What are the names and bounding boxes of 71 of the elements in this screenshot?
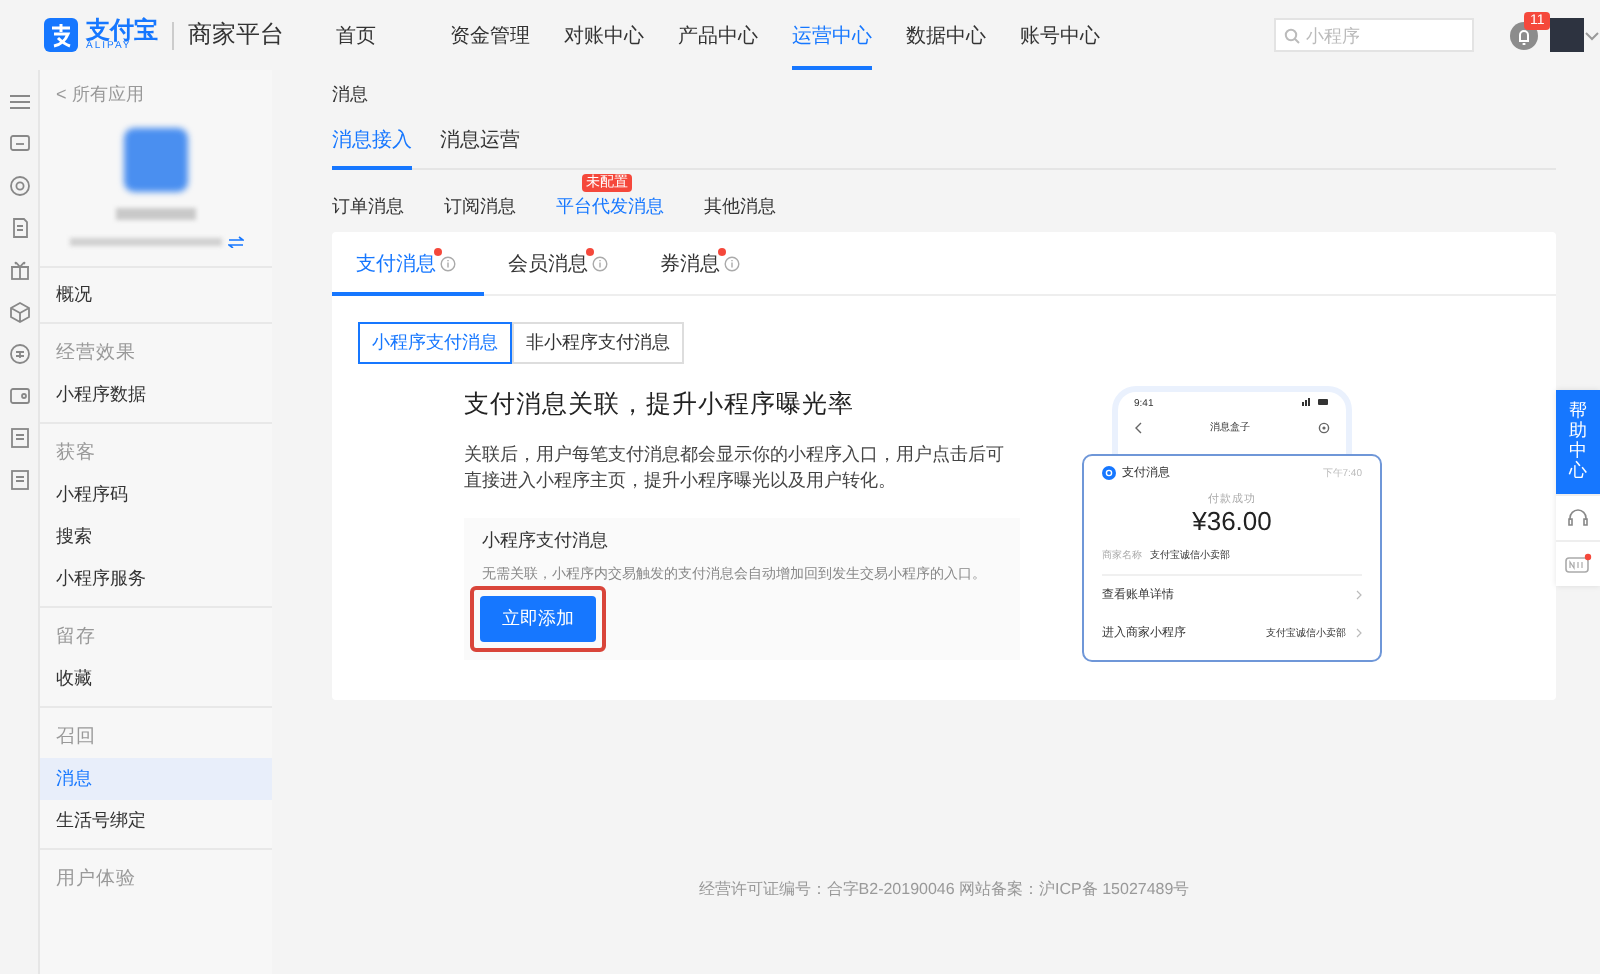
chevron-icon [1356,628,1362,638]
alipay-logo-icon [44,18,78,52]
new-feature-icon[interactable] [1564,551,1592,576]
search-field[interactable]: 小程序 [1274,18,1474,52]
headset-icon[interactable] [1566,507,1590,528]
chevron-icon [1356,590,1362,600]
section-heading: 获客 [54,439,98,467]
box-icon[interactable] [7,300,31,324]
list-icon[interactable] [7,426,31,450]
add-button[interactable]: 立即添加 [480,596,596,642]
footer-text: 经营许可证编号：合字B2-20190046 网站备案：沪ICP备 15027489号 [698,878,1190,900]
nav-tab[interactable]: 首页 [336,0,450,70]
info-icon [592,256,608,272]
info-icon [724,256,740,272]
sub-tab[interactable]: 其他消息 [704,195,776,215]
option-title: 小程序支付消息 [482,528,610,554]
nav-tab[interactable]: 账号中心 [1020,0,1134,70]
sub-tab[interactable]: 订阅消息 [444,195,516,215]
help-center-button[interactable]: 帮助中心 [1556,390,1600,494]
list-icon[interactable] [7,468,31,492]
section-heading: 召回 [54,723,98,751]
sidebar-item[interactable]: 收藏 [40,658,272,700]
section-heading: 留存 [54,623,98,651]
platform-title: 商家平台 [188,18,284,52]
logo-text: 支付宝 [86,18,158,42]
segment-button[interactable]: 小程序支付消息 [358,322,512,364]
tab-label: 券消息 [660,254,720,276]
tab[interactable]: 会员消息 [484,232,636,296]
sidebar-item[interactable]: 小程序服务 [40,558,272,600]
sub-tab[interactable]: 订单消息 [332,195,404,215]
target-icon[interactable] [7,174,31,198]
coin-icon[interactable] [7,342,31,366]
sidebar-item[interactable]: 小程序数据 [40,374,272,416]
section-heading: 经营效果 [54,339,138,367]
sidebar-item[interactable]: 小程序码 [40,474,272,516]
nav-tab[interactable]: 对账中心 [564,0,678,70]
payment-amount: ¥36.00 [1190,506,1274,536]
switch-icon[interactable] [227,236,243,248]
settings-icon [1318,421,1330,433]
sidebar-item[interactable]: 生活号绑定 [40,800,272,842]
alipay-icon [1102,466,1116,480]
nav-tab[interactable]: 产品中心 [678,0,792,70]
tab[interactable]: 支付消息 [332,232,484,296]
wallet-icon[interactable] [7,384,31,408]
sidebar-item[interactable]: 搜索 [40,516,272,558]
breadcrumb: 消息 [332,82,370,108]
tab-label: 会员消息 [508,254,588,276]
app-icon-placeholder [124,128,188,192]
signal-battery-icon [1302,398,1330,406]
monitor-icon[interactable] [7,132,31,156]
tab[interactable]: 消息运营 [440,120,520,170]
tab[interactable]: 消息接入 [332,120,412,170]
back-icon [1134,421,1142,433]
nav-tab[interactable]: 资金管理 [450,0,564,70]
tab-label: 支付消息 [356,254,436,276]
sidebar-item[interactable]: 概况 [40,274,272,316]
menu-icon[interactable] [7,90,31,114]
nav-tab[interactable]: 运营中心 [792,0,906,70]
sub-tab[interactable]: 平台代发消息 [556,195,664,215]
document-icon[interactable] [7,216,31,240]
info-icon [440,256,456,272]
section-heading: 用户体验 [54,865,138,893]
gift-icon[interactable] [7,258,31,282]
sidebar-item[interactable]: 消息 [40,758,272,800]
description: 关联后，用户每笔支付消息都会显示你的小程序入口，用户点击后可直接进入小程序主页，提升小程序曝光以及用户转化。 [464,442,1006,494]
caret-icon[interactable] [1584,29,1600,41]
card-title: 支付消息关联，提升小程序曝光率 [464,388,856,422]
app-name-placeholder [116,208,196,220]
nav-tab[interactable]: 数据中心 [906,0,1020,70]
segment-button[interactable]: 非小程序支付消息 [512,322,684,364]
tab[interactable]: 券消息 [636,232,788,296]
